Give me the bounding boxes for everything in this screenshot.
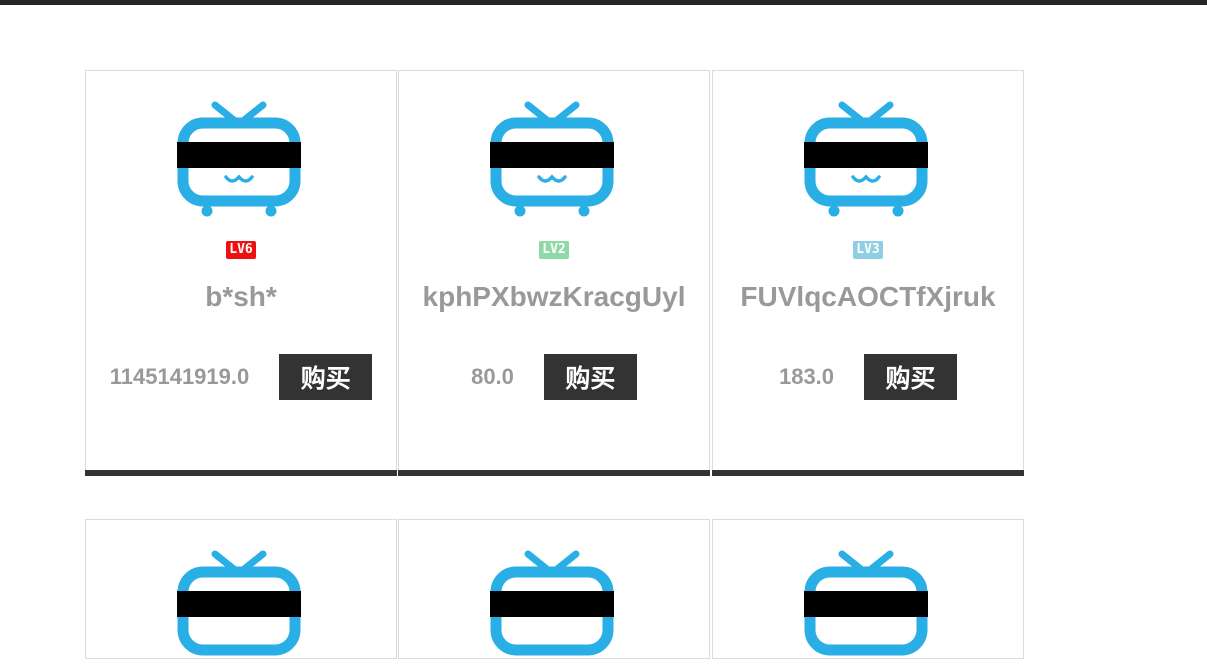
- top-bar: [0, 0, 1207, 5]
- level-badge: LV3: [853, 241, 883, 259]
- avatar-censor-bar: [490, 142, 614, 168]
- username: kphPXbwzKracgUyl: [422, 281, 686, 312]
- card-bottom-bar: [712, 470, 1024, 476]
- product-card: LV3 FUVlqcAOCTfXjruk 183.0 购买: [712, 70, 1024, 476]
- avatar-censor-bar: [177, 142, 301, 168]
- price: 80.0: [471, 364, 514, 389]
- product-card: LV2 kphPXbwzKracgUyl 80.0 购买: [398, 70, 710, 476]
- price: 183.0: [778, 364, 835, 389]
- avatar-censor-bar: [490, 591, 614, 617]
- username: b*sh*: [205, 281, 277, 312]
- level-badge: LV6: [226, 241, 256, 259]
- buy-button[interactable]: 购买: [279, 354, 373, 400]
- buy-button[interactable]: 购买: [864, 354, 958, 400]
- product-card: [712, 519, 1024, 659]
- avatar-censor-bar: [804, 142, 928, 168]
- card-bottom-bar: [398, 470, 710, 476]
- card-bottom-bar: [85, 470, 397, 476]
- level-badge: LV2: [539, 241, 569, 259]
- product-card: LV6 b*sh* 1145141919.0 购买: [85, 70, 397, 476]
- username: FUVlqcAOCTfXjruk: [740, 281, 996, 312]
- avatar-censor-bar: [804, 591, 928, 617]
- avatar-censor-bar: [177, 591, 301, 617]
- buy-button[interactable]: 购买: [543, 354, 637, 400]
- product-card: [398, 519, 710, 659]
- product-card: [85, 519, 397, 659]
- price: 1145141919.0: [109, 364, 250, 389]
